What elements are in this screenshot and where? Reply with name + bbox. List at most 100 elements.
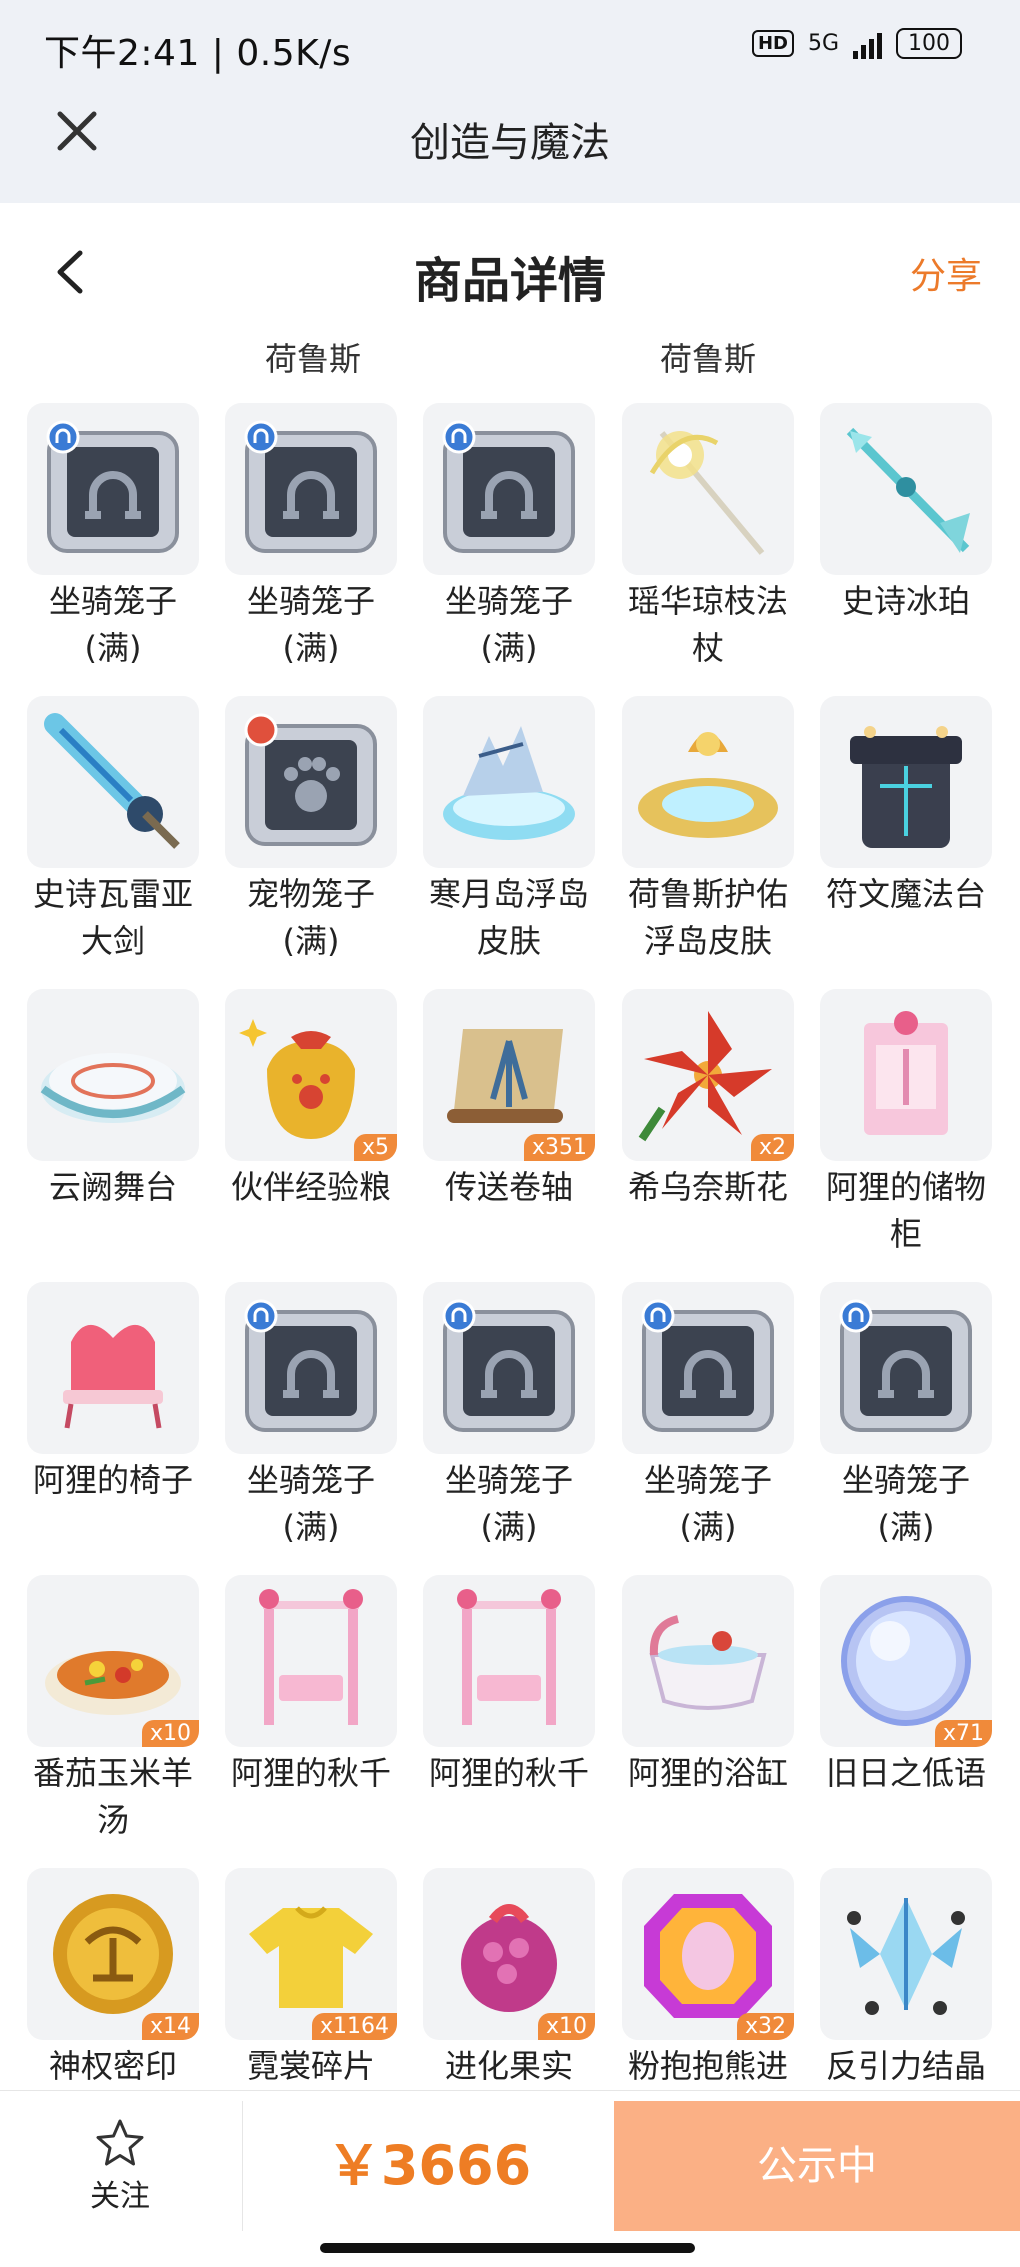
item-thumbnail[interactable] [27,989,199,1161]
item-cell[interactable]: x1164 霓裳碎片 [198,1865,398,2090]
ice-island-icon [443,726,575,840]
item-thumbnail[interactable] [820,696,992,868]
item-thumbnail[interactable] [27,1282,199,1454]
battery-icon: 100 [896,28,962,59]
crystal-icon [847,1898,965,2015]
item-thumbnail[interactable] [423,1282,595,1454]
item-cell[interactable]: 坐骑笼子 (满) [396,400,596,690]
item-cell[interactable]: 宠物笼子 (满) [198,693,398,983]
item-thumbnail[interactable] [225,1575,397,1747]
swing-icon [457,1589,561,1725]
item-thumbnail[interactable] [423,696,595,868]
item-cell[interactable]: 瑶华琼枝法 杖 [595,400,795,690]
item-cell[interactable]: x2 希乌奈斯花 [595,986,795,1276]
item-thumbnail[interactable]: x1164 [225,1868,397,2040]
item-cell[interactable]: 阿狸的储物 柜 [793,986,993,1276]
item-name: 坐骑笼子 (满) [246,582,375,667]
publicity-status-button[interactable]: 公示中 [614,2101,1020,2231]
item-thumbnail[interactable]: x351 [423,989,595,1161]
follow-label: 关注 [90,2179,150,2214]
quantity-badge: x351 [523,1134,595,1161]
item-cell[interactable]: x71 旧日之低语 [793,1572,993,1862]
item-cell[interactable]: x10 番茄玉米羊 汤 [0,1572,200,1862]
star-outline-icon [96,2119,144,2166]
item-name: 符文魔法台 [825,875,986,913]
item-cell[interactable]: 阿狸的秋千 [396,1572,596,1862]
pink-cabinet-icon [864,1011,948,1135]
item-thumbnail[interactable] [820,1282,992,1454]
item-cell[interactable]: x10 进化果实 [396,1865,596,2090]
item-thumbnail[interactable] [820,1868,992,2040]
item-cell[interactable]: 坐骑笼子 (满) [198,1279,398,1569]
item-thumbnail[interactable] [423,403,595,575]
item-cell[interactable]: 坐骑笼子 (满) [198,400,398,690]
item-name: 坐骑笼子 (满) [841,1461,970,1546]
item-name: 史诗瓦雷亚 大剑 [32,875,193,960]
item-cell[interactable]: 史诗冰珀 [793,400,993,690]
item-cell[interactable]: 坐骑笼子 (满) [595,1279,795,1569]
quantity-badge: x71 [934,1720,992,1747]
item-thumbnail[interactable] [423,1575,595,1747]
item-name: 云阙舞台 [48,1168,177,1206]
item-thumbnail[interactable]: x5 [225,989,397,1161]
item-name: 神权密印 [48,2047,177,2085]
item-thumbnail[interactable] [622,403,794,575]
item-cell[interactable]: 符文魔法台 [793,693,993,983]
item-thumbnail[interactable]: x10 [27,1575,199,1747]
item-thumbnail[interactable] [820,403,992,575]
item-cell[interactable]: 荷鲁斯护佑 浮岛皮肤 [595,693,795,983]
item-thumbnail[interactable] [622,1575,794,1747]
item-thumbnail[interactable]: x32 [622,1868,794,2040]
home-indicator[interactable] [320,2243,695,2253]
item-cell[interactable]: 史诗瓦雷亚 大剑 [0,693,200,983]
item-cell[interactable]: x32 粉抱抱熊进 [595,1865,795,2090]
item-cell[interactable]: 寒月岛浮岛 皮肤 [396,693,596,983]
quantity-badge: x32 [736,2013,794,2040]
item-thumbnail[interactable] [622,696,794,868]
item-cell[interactable]: 阿狸的秋千 [198,1572,398,1862]
item-thumbnail[interactable] [820,989,992,1161]
item-cell[interactable]: x351 传送卷轴 [396,986,596,1276]
item-cell[interactable]: 阿狸的浴缸 [595,1572,795,1862]
item-thumbnail[interactable]: x10 [423,1868,595,2040]
hd-icon: HD [751,30,794,57]
greatsword-icon [44,713,180,849]
item-thumbnail[interactable] [27,403,199,575]
quantity-badge: x5 [353,1134,397,1161]
item-thumbnail[interactable] [27,696,199,868]
mount-cage-icon [839,1299,972,1432]
item-name: 阿狸的秋千 [230,1754,391,1792]
item-name: 希乌奈斯花 [627,1168,788,1206]
item-grid: 坐骑笼子 (满) 坐骑笼子 (满) 坐骑笼子 (满) 瑶华琼枝法 杖 史诗冰珀 史诗瓦雷亚… [0,400,1020,2090]
item-cell[interactable]: 坐骑笼子 (满) [793,1279,993,1569]
item-cell[interactable]: x5 伙伴经验粮 [198,986,398,1276]
item-thumbnail[interactable] [225,403,397,575]
item-name: 史诗冰珀 [841,582,970,620]
divider [242,2101,243,2231]
item-thumbnail[interactable] [622,1282,794,1454]
item-cell[interactable]: 云阙舞台 [0,986,200,1276]
item-cell[interactable]: 反引力结晶 [793,1865,993,2090]
follow-button[interactable]: 关注 [60,2117,180,2215]
item-name: 粉抱抱熊进 [627,2047,788,2085]
item-thumbnail[interactable]: x14 [27,1868,199,2040]
item-cell[interactable]: 坐骑笼子 (满) [396,1279,596,1569]
item-thumbnail[interactable] [225,696,397,868]
item-thumbnail[interactable] [225,1282,397,1454]
item-cell[interactable]: x14 神权密印 [0,1865,200,2090]
item-name: 阿狸的储物 柜 [825,1168,986,1253]
status-icons: HD 5G 100 [751,28,962,59]
server-label: 荷鲁斯 [659,340,756,378]
item-thumbnail[interactable]: x2 [622,989,794,1161]
item-thumbnail[interactable]: x71 [820,1575,992,1747]
gold-island-icon [638,732,778,838]
item-name: 宠物笼子 (满) [246,875,375,960]
share-button[interactable]: 分享 [910,247,982,299]
item-name: 反引力结晶 [825,2047,986,2085]
item-cell[interactable]: 阿狸的椅子 [0,1279,200,1569]
item-cell[interactable]: 坐骑笼子 (满) [0,400,200,690]
ice-spear-icon [846,427,970,553]
staff-icon [649,431,765,555]
item-name: 荷鲁斯护佑 浮岛皮肤 [627,875,788,960]
quantity-badge: x1164 [311,2013,397,2040]
